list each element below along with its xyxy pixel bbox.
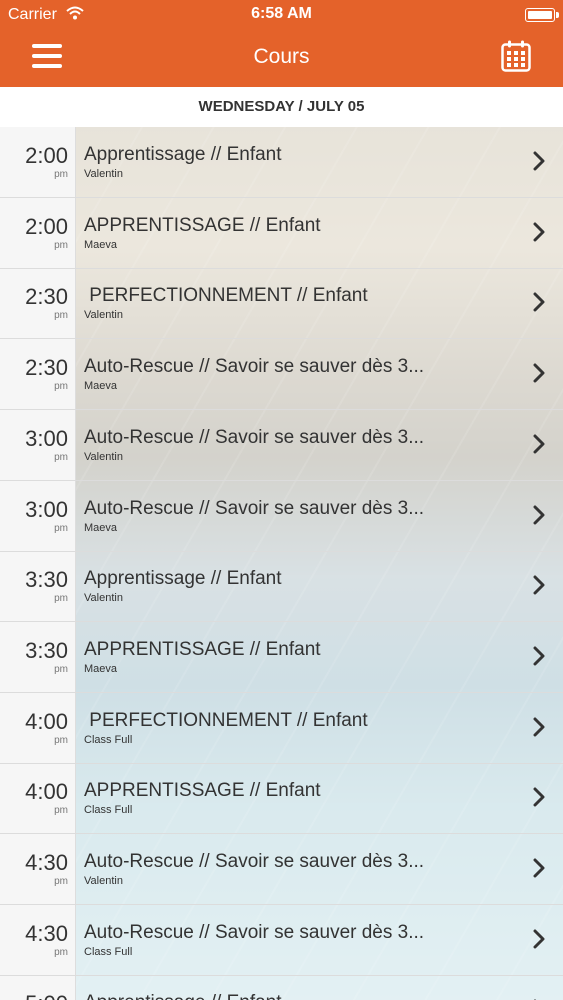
date-header: WEDNESDAY / JULY 05 [0,87,563,128]
class-time: 3:00 [25,425,68,451]
class-title: Auto-Rescue // Savoir se sauver dès 3... [84,851,425,872]
time-column: 3:00 pm [0,410,75,480]
time-column: 4:00 pm [0,693,75,763]
class-row[interactable]: 4:30 pm Auto-Rescue // Savoir se sauver dè… [0,834,563,905]
class-time: 5:00 [25,991,68,1000]
class-instructor: Valentin [84,592,123,605]
navbar: Cours [0,30,563,87]
class-row[interactable]: 2:30 pm Auto-Rescue // Savoir se sauver dè… [0,339,563,411]
chevron-right-icon [533,929,545,949]
class-title: Auto-Rescue // Savoir se sauver dès 3... [84,921,425,943]
class-instructor: Valentin [84,875,123,887]
class-ampm: pm [54,876,68,887]
time-column: 3:30 pm [0,551,75,621]
time-column: 4:00 pm [0,763,75,833]
class-ampm: pm [54,451,68,463]
class-row[interactable]: 2:30 pm PERFECTIONNEMENT // Enfant Valenti… [0,268,563,340]
class-instructor: Class Full [84,733,133,746]
class-title: Auto-Rescue // Savoir se sauver dès 3... [84,497,425,519]
class-ampm: pm [54,946,68,958]
class-ampm: pm [54,239,68,251]
chevron-right-icon [533,434,545,454]
chevron-right-icon [533,222,545,242]
class-instructor: Valentin [84,450,123,463]
chevron-right-icon [533,292,545,312]
class-title: APPRENTISSAGE // Enfant [84,780,321,802]
time-column: 2:30 pm [0,268,75,338]
chevron-right-icon [533,858,545,878]
class-title: Apprentissage // Enfant [84,568,282,590]
class-time: 4:00 [25,708,68,734]
class-row[interactable]: 3:30 pm Apprentissage // Enfant Valentin [0,551,563,623]
header: Carrier 6:58 AM Cours [0,0,563,87]
class-time: 3:30 [25,567,68,593]
status-time: 6:58 AM [251,5,312,22]
page-title: Cours [253,45,310,68]
class-instructor: Valentin [84,309,123,322]
class-instructor: Maeva [84,238,118,251]
chevron-right-icon [533,646,545,666]
class-row[interactable]: 3:00 pm Auto-Rescue // Savoir se sauver dè… [0,410,563,481]
chevron-right-icon [533,151,545,171]
battery-icon [525,8,559,22]
class-title: APPRENTISSAGE // Enfant [84,214,321,236]
class-row[interactable]: 4:30 pm Auto-Rescue // Savoir se sauver dè… [0,905,563,976]
class-title: Apprentissage // Enfant [84,992,282,1000]
time-column: 2:30 pm [0,339,75,409]
class-time: 4:00 [25,779,68,805]
class-title: Apprentissage // Enfant [84,144,282,165]
class-time: 4:30 [25,850,68,875]
time-column: 3:30 pm [0,622,75,692]
class-title: Auto-Rescue // Savoir se sauver dès 3... [84,426,425,448]
class-time: 3:30 [25,637,68,663]
class-ampm: pm [54,522,68,534]
chevron-right-icon [533,787,545,807]
class-title: PERFECTIONNEMENT // Enfant [84,285,368,307]
class-instructor: Maeva [84,380,118,393]
class-row[interactable]: 5:00pm Apprentissage // Enfant [0,975,563,1000]
class-row[interactable]: 3:00 pm Auto-Rescue // Savoir se sauver dè… [0,481,563,552]
class-time: 2:00 [25,143,68,168]
class-ampm: pm [54,663,68,675]
class-title: APPRENTISSAGE // Enfant [84,638,321,660]
class-title: PERFECTIONNEMENT // Enfant [84,709,368,731]
time-column: 4:30 pm [0,834,75,904]
calendar-icon[interactable] [501,40,531,72]
class-instructor: Valentin [84,168,123,180]
class-instructor: Class Full [84,804,133,817]
class-ampm: pm [54,169,68,180]
class-instructor: Class Full [84,945,133,958]
class-ampm: pm [54,593,68,605]
time-column: 2:00 pm [0,198,75,268]
class-ampm: pm [54,805,68,817]
chevron-right-icon [533,363,545,383]
class-time: 2:00 [25,213,68,239]
chevron-right-icon [533,717,545,737]
chevron-right-icon [533,505,545,524]
time-column: 2:00 pm [0,127,75,197]
class-ampm: pm [54,381,68,393]
class-title: Auto-Rescue // Savoir se sauver dès 3... [84,356,425,378]
class-time: 2:30 [25,284,68,310]
time-column: 5:00pm [0,975,75,1000]
class-row[interactable]: 4:00 pm PERFECTIONNEMENT // Enfant Class F… [0,693,563,764]
class-instructor: Maeva [84,662,118,675]
time-column: 3:00 pm [0,481,75,551]
class-ampm: pm [54,734,68,746]
class-time: 2:30 [25,355,68,381]
class-time: 4:30 [25,920,68,946]
class-row[interactable]: 2:00 pm Apprentissage // Enfant Valentin [0,127,563,198]
status-bar: Carrier 6:58 AM [0,0,563,30]
class-time: 3:00 [25,496,68,522]
class-row[interactable]: 2:00 pm APPRENTISSAGE // Enfant Maeva [0,198,563,269]
class-list: 2:00 pm Apprentissage // Enfant Valentin 2:0… [0,127,563,1000]
time-column: 4:30 pm [0,905,75,975]
class-row[interactable]: 3:30 pm APPRENTISSAGE // Enfant Maeva [0,622,563,693]
class-row[interactable]: 4:00 pm APPRENTISSAGE // Enfant Class Full [0,763,563,835]
chevron-right-icon [533,575,545,595]
class-instructor: Maeva [84,521,118,534]
class-ampm: pm [54,310,68,322]
